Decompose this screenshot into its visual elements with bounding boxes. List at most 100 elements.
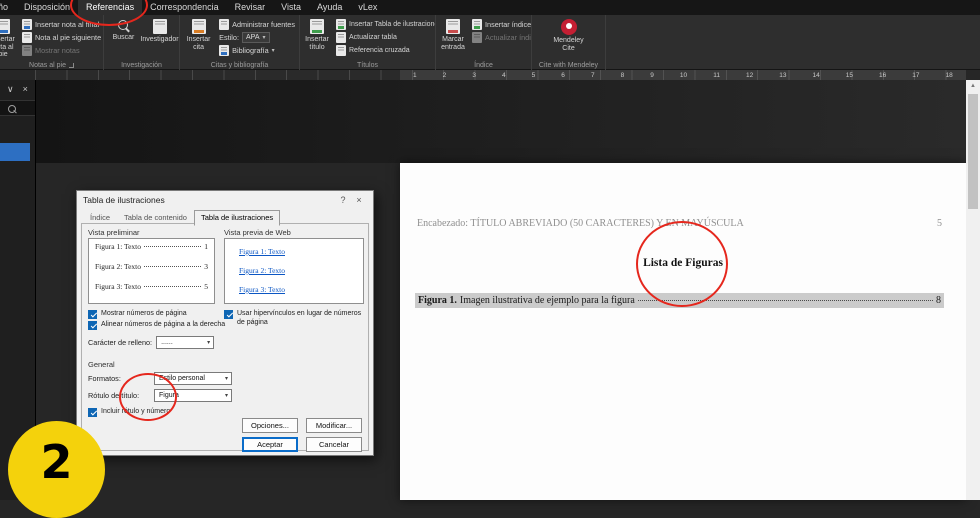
dialog-title-bar[interactable]: Tabla de ilustraciones ? × [77, 191, 373, 209]
tab-correspondencia[interactable]: Correspondencia [142, 0, 227, 15]
style-dropdown[interactable]: APA ▾ [242, 31, 270, 43]
dialog-launcher-icon[interactable] [68, 63, 74, 68]
mendeley-cite-button[interactable]: Mendeley Cite [552, 16, 586, 58]
search-icon [117, 19, 130, 32]
chevron-down-icon: ▾ [224, 376, 228, 382]
tab-vista[interactable]: Vista [273, 0, 309, 15]
checkbox-right-align[interactable]: Alinear números de página a la derecha [88, 321, 228, 330]
bibliography-icon [219, 44, 230, 56]
nav-selected-item[interactable] [0, 143, 30, 161]
insert-index-icon [472, 18, 482, 30]
nav-search-input[interactable] [0, 100, 35, 116]
cancel-button[interactable]: Cancelar [306, 437, 362, 452]
options-button[interactable]: Opciones... [242, 418, 298, 433]
chevron-down-icon[interactable]: ∨ [7, 84, 14, 94]
group-indice: Marcar entrada Insertar índice Actualiza… [436, 15, 532, 70]
search-button[interactable]: Buscar [107, 16, 141, 58]
vertical-scrollbar[interactable]: ▲ [966, 80, 980, 500]
update-table-button[interactable]: Actualizar tabla [334, 31, 435, 43]
group-label-notas: Notas al pie [29, 62, 66, 69]
ruler-number: 10 [679, 71, 688, 79]
researcher-icon [152, 19, 167, 34]
insert-table-of-figures-button[interactable]: Insertar Tabla de ilustraciones [334, 18, 436, 30]
tab-revisar[interactable]: Revisar [227, 0, 274, 15]
modify-button[interactable]: Modificar... [306, 418, 362, 433]
researcher-button[interactable]: Investigador [140, 16, 179, 58]
table-of-figures-entry[interactable]: Figura 1. Imagen ilustrativa de ejemplo … [415, 293, 944, 308]
insert-table-of-figures-label: Insertar Tabla de ilustraciones [349, 20, 436, 28]
ruler-number: 5 [531, 71, 536, 79]
caption-label-dropdown[interactable]: Figura ▾ [154, 389, 232, 402]
print-preview-label: Vista preliminar [88, 228, 140, 237]
help-icon[interactable]: ? [335, 195, 351, 205]
insert-footnote-label: Insertar nota al pie [0, 36, 15, 59]
web-preview-label: Vista previa de Web [224, 228, 291, 237]
dot-leader [144, 266, 202, 267]
entry-text: Figura 2: Texto [95, 262, 141, 271]
checkbox-label: Mostrar números de página [101, 310, 187, 317]
group-label-mendeley: Cite with Mendeley [538, 62, 599, 69]
insert-footnote-button[interactable]: Insertar nota al pie [0, 16, 18, 58]
tab-disposicion[interactable]: Disposición [16, 0, 78, 15]
ruler-number: 4 [501, 71, 506, 79]
ok-button[interactable]: Aceptar [242, 437, 298, 452]
insert-index-button[interactable]: Insertar índice [470, 18, 531, 30]
ribbon-tab-bar: Diseño Disposición Referencias Correspon… [0, 0, 980, 15]
web-preview-entry: Figura 2: Texto [239, 266, 285, 275]
horizontal-ruler[interactable]: 1 2 3 4 5 6 7 8 9 10 11 12 13 14 15 16 17 18 [35, 70, 966, 80]
manage-sources-button[interactable]: Administrar fuentes [217, 18, 297, 30]
document-canvas-background [36, 80, 966, 163]
ruler-number: 6 [561, 71, 565, 79]
close-icon[interactable]: × [23, 84, 28, 94]
dialog-tabs: Índice Tabla de contenido Tabla de ilust… [83, 210, 281, 226]
next-footnote-label: Nota al pie siguiente [35, 32, 102, 42]
insert-endnote-button[interactable]: Insertar nota al final [20, 18, 103, 30]
insert-caption-icon [310, 19, 324, 34]
chevron-down-icon: ▾ [271, 47, 275, 54]
next-footnote-button[interactable]: Nota al pie siguiente ▾ [20, 31, 103, 43]
scrollbar-thumb[interactable] [968, 94, 978, 209]
print-preview-box[interactable]: Figura 1: Texto 1 Figura 2: Texto 3 Figu… [88, 238, 215, 304]
entry-page: 1 [204, 242, 208, 251]
tab-diseno[interactable]: Diseño [0, 0, 16, 15]
insert-citation-button[interactable]: Insertar cita [182, 16, 215, 58]
group-notas-al-pie: Insertar nota al pie Insertar nota al fi… [0, 15, 104, 70]
show-notes-button[interactable]: Mostrar notas [20, 44, 103, 56]
tab-tabla-de-contenido[interactable]: Tabla de contenido [117, 210, 194, 226]
insert-table-of-figures-icon [336, 18, 346, 30]
tab-vlex[interactable]: vLex [350, 0, 385, 15]
checkbox-include-label-number[interactable]: Incluir rótulo y número [88, 408, 238, 417]
insert-caption-button[interactable]: Insertar título [302, 16, 332, 58]
step-number-badge: 2 [8, 421, 105, 518]
update-index-button[interactable]: Actualizar índice [470, 31, 531, 43]
update-table-label: Actualizar tabla [349, 33, 397, 41]
tab-referencias[interactable]: Referencias [78, 0, 143, 15]
formats-dropdown[interactable]: Estilo personal ▾ [154, 372, 232, 385]
ruler-number: 15 [845, 71, 853, 79]
cross-reference-button[interactable]: Referencia cruzada [334, 44, 435, 56]
checkbox-use-hyperlinks[interactable]: Usar hipervínculos en lugar de números d… [224, 310, 364, 328]
tab-leader-dropdown[interactable]: ...... ▾ [156, 336, 215, 349]
tab-indice[interactable]: Índice [83, 210, 117, 226]
mark-entry-button[interactable]: Marcar entrada [438, 16, 468, 58]
dot-leader [144, 286, 202, 287]
page-header: Encabezado: TÍTULO ABREVIADO (50 CARACTE… [417, 218, 942, 229]
ruler-number: 13 [779, 71, 787, 79]
scroll-up-icon[interactable]: ▲ [966, 80, 980, 92]
checkbox-show-page-numbers[interactable]: Mostrar números de página [88, 310, 222, 319]
table-of-figures-dialog: Tabla de ilustraciones ? × Índice Tabla … [76, 190, 374, 456]
chevron-down-icon: ▾ [262, 34, 266, 41]
update-index-icon [472, 31, 482, 43]
formats-label: Formatos: [88, 374, 121, 383]
close-icon[interactable]: × [351, 195, 367, 205]
tab-ayuda[interactable]: Ayuda [309, 0, 350, 15]
group-titulos: Insertar título Insertar Tabla de ilustr… [300, 15, 436, 70]
search-label: Buscar [112, 34, 135, 41]
bibliography-button[interactable]: Bibliografía ▾ [217, 44, 297, 56]
ruler-number: 12 [745, 71, 754, 79]
tab-tabla-de-ilustraciones[interactable]: Tabla de ilustraciones [193, 210, 281, 226]
page-number: 5 [937, 218, 942, 229]
web-preview-box[interactable]: Figura 1: Texto Figura 2: Texto Figura 3: … [224, 238, 364, 304]
document-page[interactable]: Encabezado: TÍTULO ABREVIADO (50 CARACTE… [400, 163, 966, 500]
dot-leader [144, 246, 202, 247]
